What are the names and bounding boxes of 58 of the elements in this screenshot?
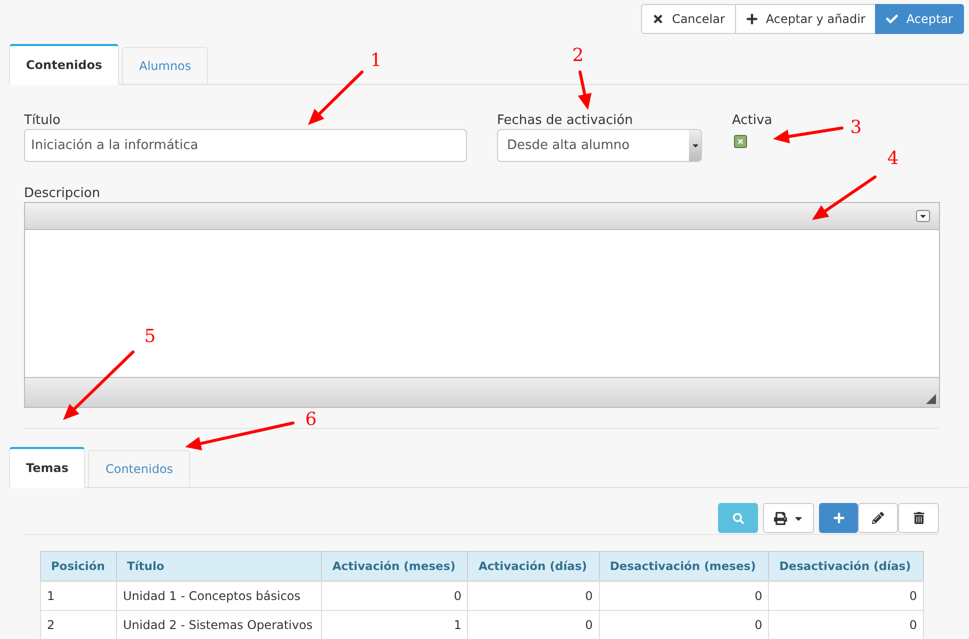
field-label: Título — [24, 113, 62, 128]
table-cell: 0 — [468, 581, 600, 610]
plus-icon — [746, 13, 758, 25]
tab[interactable]: Temas — [9, 447, 86, 488]
cross-icon — [737, 138, 744, 145]
callout-arrow — [578, 70, 592, 110]
delete-button[interactable] — [898, 503, 939, 533]
accept-button[interactable]: Aceptar — [875, 4, 964, 34]
cancel-button[interactable]: Cancelar — [640, 4, 736, 34]
callout-number: 4 — [887, 148, 899, 169]
callout-number: 2 — [572, 45, 584, 66]
table-cell: 0 — [322, 581, 468, 610]
printer-icon — [774, 512, 786, 524]
callout-arrow — [773, 126, 844, 144]
add-button[interactable] — [819, 503, 858, 533]
check-icon — [886, 13, 898, 25]
edit-button[interactable] — [858, 503, 898, 533]
callout-arrow — [812, 176, 876, 220]
field-label: Fechas de activación — [497, 113, 634, 128]
column-header[interactable]: Título — [116, 552, 322, 581]
tab[interactable]: Alumnos — [122, 47, 208, 85]
table-cell: 2 — [40, 610, 116, 639]
resize-handle-icon[interactable] — [926, 394, 936, 404]
print-button[interactable] — [763, 503, 814, 533]
field-label: Activa — [732, 113, 774, 128]
activation-select[interactable]: Desde alta alumno — [497, 129, 702, 162]
callout-number: 5 — [144, 326, 156, 347]
field-label: Descripcion — [24, 186, 100, 201]
tab[interactable]: Contenidos — [88, 450, 190, 488]
table-cell: 0 — [768, 610, 924, 639]
dropdown-icon[interactable] — [916, 210, 930, 222]
callout-number: 1 — [370, 50, 382, 71]
table-cell: 0 — [768, 581, 924, 610]
table-cell: 0 — [599, 610, 769, 639]
close-icon — [652, 13, 664, 25]
search-icon — [732, 512, 744, 524]
pencil-icon — [872, 512, 884, 524]
table-cell: 0 — [468, 610, 600, 639]
table-cell: 0 — [599, 581, 769, 610]
table-cell: Unidad 2 - Sistemas Operativos — [116, 610, 322, 639]
callout-number: 3 — [850, 117, 862, 138]
column-header[interactable]: Desactivación (meses) — [599, 552, 769, 581]
column-header[interactable]: Activación (días) — [468, 552, 600, 581]
tab[interactable]: Contenidos — [9, 44, 120, 85]
trash-icon — [912, 512, 924, 524]
callout-arrow — [308, 70, 364, 125]
table-cell: Unidad 1 - Conceptos básicos — [116, 581, 322, 610]
accept-and-add-button[interactable]: Aceptar y añadir — [734, 4, 876, 34]
table-cell: 1 — [322, 610, 468, 639]
plus-icon — [832, 512, 844, 524]
active-checkbox[interactable] — [734, 135, 747, 148]
callout-arrow — [63, 350, 134, 420]
column-header[interactable]: Activación (meses) — [322, 552, 468, 581]
table-cell: 1 — [40, 581, 116, 610]
column-header[interactable]: Posición — [40, 552, 116, 581]
column-header[interactable]: Desactivación (días) — [768, 552, 924, 581]
callout-number: 6 — [305, 409, 317, 430]
title-field[interactable]: Iniciación a la informática — [24, 129, 467, 162]
